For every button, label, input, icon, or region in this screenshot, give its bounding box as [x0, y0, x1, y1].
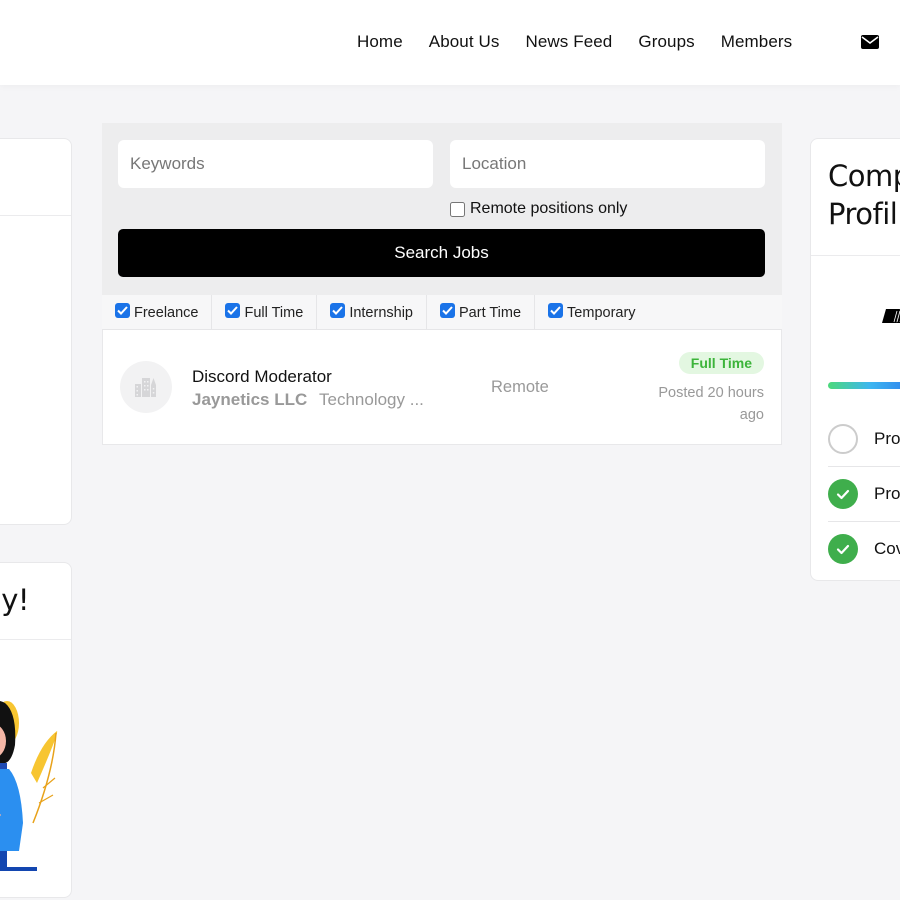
woman-illustration — [0, 701, 58, 871]
company-logo-placeholder — [120, 361, 172, 413]
card-divider — [0, 639, 71, 640]
checklist-label: Pro — [874, 428, 900, 448]
title-line-1: Comp — [828, 159, 900, 193]
checkbox-checked-icon[interactable] — [548, 303, 564, 318]
top-navigation-bar: Home About Us News Feed Groups Members — [0, 0, 900, 85]
filter-label: Freelance — [134, 304, 199, 321]
nav-news-feed[interactable]: News Feed — [525, 31, 612, 53]
filter-label: Full Time — [244, 304, 304, 321]
card-divider — [0, 215, 71, 216]
filter-full-time[interactable]: Full Time — [212, 295, 318, 330]
checkbox-checked-icon[interactable] — [440, 303, 455, 318]
main-nav: Home About Us News Feed Groups Members — [357, 31, 818, 53]
checklist-item[interactable]: Pro — [828, 411, 900, 466]
job-title: Discord Moderator — [192, 367, 332, 386]
checkbox-checked-icon[interactable] — [225, 303, 241, 318]
checklist-item[interactable]: Cov — [828, 521, 900, 576]
job-type-badge: Full Time — [678, 352, 764, 374]
remote-only-checkbox[interactable] — [450, 201, 465, 217]
job-search-form: Remote positions only Search Jobs — [102, 123, 782, 295]
profile-card-title: Comp Profil — [828, 157, 900, 233]
nav-about-us[interactable]: About Us — [429, 31, 500, 53]
checkbox-checked-icon[interactable] — [115, 303, 130, 318]
company-name: Jaynetics LLC — [192, 390, 308, 409]
posted-time: Posted 20 hours ago — [658, 385, 764, 423]
left-sidebar-card — [0, 138, 72, 525]
envelope-icon[interactable] — [861, 35, 879, 49]
complete-profile-card: Comp Profil Pro Pro Cov — [810, 138, 900, 581]
checklist-label: Cov — [874, 539, 900, 558]
filter-freelance[interactable]: Freelance — [102, 295, 213, 330]
filter-label: Part Time — [459, 304, 522, 321]
job-listing-item[interactable]: Discord Moderator Jaynetics LLC Technolo… — [102, 330, 782, 445]
card-divider — [811, 255, 900, 256]
building-icon — [135, 378, 156, 397]
check-circle-icon — [828, 534, 858, 564]
filter-part-time[interactable]: Part Time — [427, 295, 536, 330]
checkbox-checked-icon[interactable] — [330, 303, 346, 318]
job-category: Technology ... — [319, 390, 424, 409]
keywords-input[interactable] — [118, 140, 433, 188]
nav-home[interactable]: Home — [357, 31, 403, 53]
title-line-2: Profil — [828, 197, 898, 231]
location-input[interactable] — [450, 140, 765, 188]
job-type-filters: Freelance Full Time Internship Part Time… — [102, 295, 782, 330]
checklist-item[interactable]: Pro — [828, 466, 900, 521]
checklist-label: Pro — [874, 484, 900, 503]
search-jobs-button[interactable]: Search Jobs — [118, 229, 765, 277]
remote-only-option[interactable]: Remote positions only — [450, 200, 627, 218]
nav-members[interactable]: Members — [721, 31, 793, 53]
filter-label: Temporary — [567, 304, 636, 321]
profile-progress-bar — [828, 382, 900, 389]
nav-groups[interactable]: Groups — [638, 31, 694, 53]
filter-temporary[interactable]: Temporary — [535, 295, 649, 330]
filter-label: Internship — [349, 304, 413, 321]
check-circle-icon — [828, 479, 858, 509]
remote-only-label: Remote positions only — [470, 200, 628, 217]
promo-card-title: ay! — [0, 583, 30, 617]
left-promo-card: ay! — [0, 562, 72, 898]
job-location: Remote — [491, 378, 549, 396]
incomplete-circle-icon — [828, 423, 858, 454]
company-logo-icon — [882, 309, 900, 323]
filter-internship[interactable]: Internship — [317, 295, 427, 330]
